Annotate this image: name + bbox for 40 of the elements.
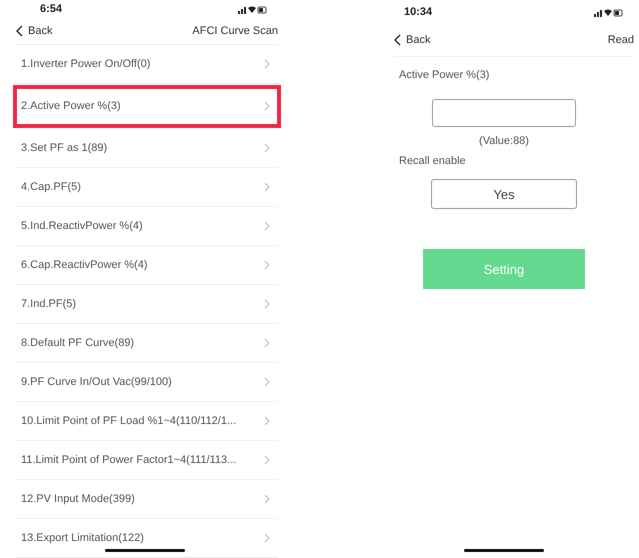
chevron-right-icon xyxy=(264,377,270,387)
chevron-right-icon xyxy=(264,494,270,504)
menu-item[interactable]: 12.PV Input Mode(399) xyxy=(16,480,278,519)
status-time: 10:34 xyxy=(404,6,432,18)
field-label: Active Power %(3) xyxy=(399,69,490,81)
chevron-right-icon xyxy=(264,101,270,111)
status-time: 6:54 xyxy=(40,3,62,16)
back-button[interactable]: Back xyxy=(394,34,430,46)
menu-item[interactable]: 10.Limit Point of PF Load %1~4(110/112/1... xyxy=(16,402,278,441)
chevron-left-icon xyxy=(16,25,23,38)
menu-item[interactable]: 5.Ind.ReactivPower %(4) xyxy=(16,207,278,246)
recall-enable-label: Recall enable xyxy=(399,155,466,167)
chevron-right-icon xyxy=(264,143,270,153)
chevron-right-icon xyxy=(264,533,270,543)
menu-item[interactable]: 1.Inverter Power On/Off(0) xyxy=(16,45,278,84)
read-button[interactable]: Read xyxy=(608,34,634,46)
chevron-right-icon xyxy=(264,59,270,69)
menu-item[interactable]: 6.Cap.ReactivPower %(4) xyxy=(16,246,278,285)
chevron-right-icon xyxy=(264,299,270,309)
menu-item[interactable]: 8.Default PF Curve(89) xyxy=(16,324,278,363)
menu-item[interactable]: 7.Ind.PF(5) xyxy=(16,285,278,324)
status-icons xyxy=(594,8,624,16)
chevron-right-icon xyxy=(264,416,270,426)
back-button[interactable]: Back xyxy=(16,25,52,38)
recall-select[interactable]: Yes xyxy=(431,179,577,209)
value-input-field[interactable] xyxy=(432,99,576,127)
chevron-left-icon xyxy=(394,34,401,46)
status-icons xyxy=(238,4,268,14)
menu-item[interactable]: 3.Set PF as 1(89) xyxy=(16,129,278,168)
chevron-right-icon xyxy=(264,260,270,270)
menu-item[interactable]: 4.Cap.PF(5) xyxy=(16,168,278,207)
chevron-right-icon xyxy=(264,182,270,192)
chevron-right-icon xyxy=(264,221,270,231)
menu-item[interactable]: 9.PF Curve In/Out Vac(99/100) xyxy=(16,363,278,402)
menu-item[interactable]: 2.Active Power %(3) xyxy=(16,88,278,125)
chevron-right-icon xyxy=(264,455,270,465)
menu-item[interactable]: 11.Limit Point of Power Factor1~4(111/113... xyxy=(16,441,278,480)
screen-title: AFCI Curve Scan xyxy=(192,25,278,38)
chevron-right-icon xyxy=(264,338,270,348)
current-value-text: (Value:88) xyxy=(479,135,529,147)
